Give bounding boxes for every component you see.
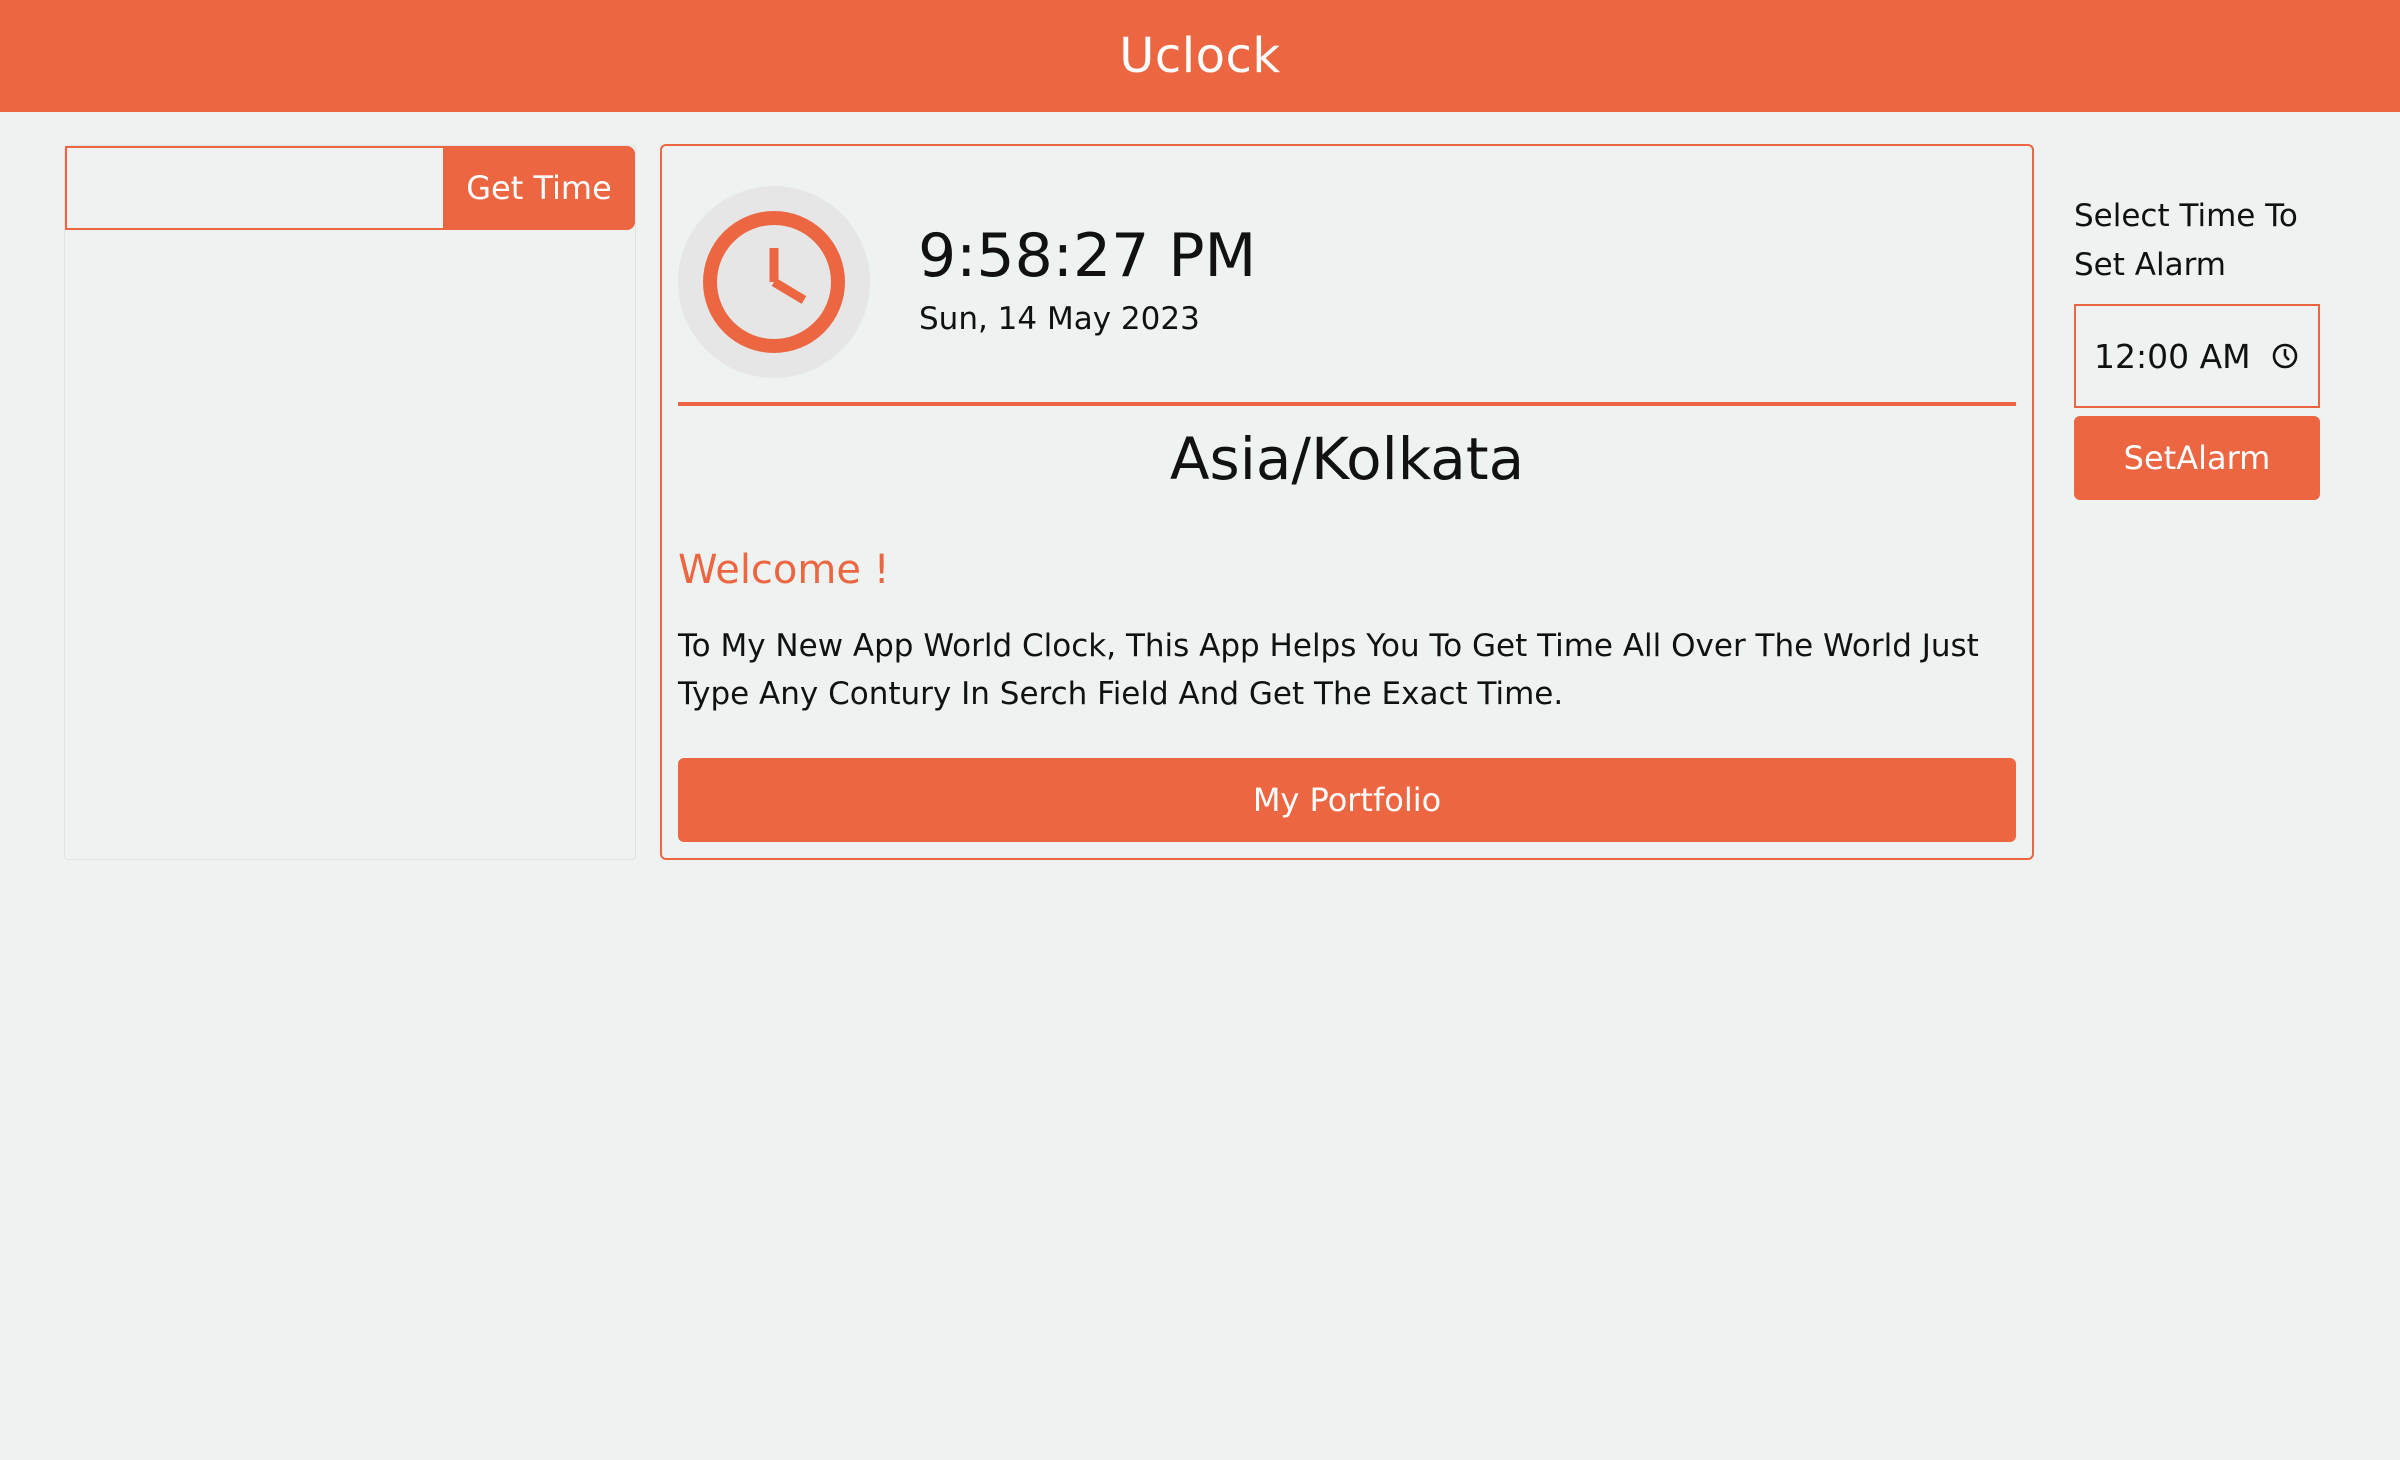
app-title: Uclock	[1119, 28, 1281, 84]
search-panel: Get Time	[64, 145, 636, 860]
current-time: 9:58:27 PM	[918, 221, 1257, 291]
divider	[678, 402, 2016, 406]
current-date: Sun, 14 May 2023	[919, 301, 1200, 337]
alarm-time-input[interactable]: 12:00 AM	[2074, 304, 2320, 408]
my-portfolio-button[interactable]: My Portfolio	[678, 758, 2016, 842]
time-picker-clock-icon[interactable]	[2270, 341, 2300, 371]
alarm-time-value: 12:00 AM	[2094, 336, 2251, 376]
header-bar: Uclock	[0, 0, 2400, 112]
timezone-name: Asia/Kolkata	[1169, 425, 1525, 493]
country-search-input[interactable]	[65, 146, 443, 230]
clock-card: 9:58:27 PM Sun, 14 May 2023 Asia/Kolkata…	[660, 144, 2034, 860]
search-row: Get Time	[65, 146, 635, 230]
welcome-description: To My New App World Clock, This App Help…	[678, 628, 1979, 712]
alarm-label: Select Time To Set Alarm	[2074, 198, 2298, 283]
set-alarm-button[interactable]: SetAlarm	[2074, 416, 2320, 500]
get-time-button[interactable]: Get Time	[443, 146, 635, 230]
welcome-heading: Welcome !	[678, 547, 890, 593]
clock-icon	[678, 186, 870, 378]
